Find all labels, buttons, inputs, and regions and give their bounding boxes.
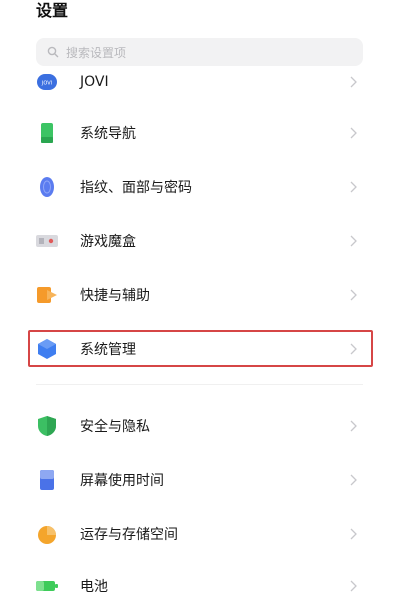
settings-item-shortcut[interactable]: 快捷与辅助	[36, 273, 363, 317]
chevron-right-icon	[347, 289, 359, 301]
settings-item-label: 快捷与辅助	[80, 288, 150, 304]
page-title: 设置	[36, 1, 69, 20]
storage-pie-icon	[36, 523, 58, 545]
screen-time-icon	[36, 469, 58, 491]
highlight-box	[28, 330, 373, 367]
chevron-right-icon	[347, 474, 359, 486]
settings-item-battery[interactable]: 电池	[36, 564, 363, 597]
chevron-right-icon	[347, 76, 359, 88]
fingerprint-icon	[36, 176, 58, 198]
settings-item-fingerprint[interactable]: 指纹、面部与密码	[36, 165, 363, 209]
security-shield-icon	[36, 415, 58, 437]
settings-item-label: 指纹、面部与密码	[80, 180, 192, 196]
chevron-right-icon	[347, 181, 359, 193]
section-divider	[36, 384, 363, 385]
settings-item-storage[interactable]: 运存与存储空间	[36, 512, 363, 556]
settings-item-label: JOVI	[80, 74, 109, 90]
chevron-right-icon	[347, 528, 359, 540]
chevron-right-icon	[347, 235, 359, 247]
settings-item-jovi[interactable]: JOVI JOVI	[36, 60, 363, 104]
jovi-icon: JOVI	[36, 71, 58, 93]
settings-item-navigation[interactable]: 系统导航	[36, 111, 363, 155]
settings-item-label: 屏幕使用时间	[80, 473, 164, 489]
game-box-icon	[36, 230, 58, 252]
chevron-right-icon	[347, 420, 359, 432]
settings-item-label: 游戏魔盒	[80, 234, 136, 250]
settings-item-screen-time[interactable]: 屏幕使用时间	[36, 458, 363, 502]
shortcut-icon	[36, 284, 58, 306]
svg-text:JOVI: JOVI	[41, 81, 52, 87]
settings-item-label: 运存与存储空间	[80, 527, 178, 543]
settings-item-label: 系统导航	[80, 126, 136, 142]
chevron-right-icon	[347, 127, 359, 139]
settings-item-game-box[interactable]: 游戏魔盒	[36, 219, 363, 263]
chevron-right-icon	[347, 580, 359, 592]
settings-item-label: 安全与隐私	[80, 419, 150, 435]
battery-icon	[36, 575, 58, 597]
settings-item-security[interactable]: 安全与隐私	[36, 404, 363, 448]
search-placeholder: 搜索设置项	[66, 45, 127, 60]
phone-navigation-icon	[36, 122, 58, 144]
search-icon	[44, 43, 62, 61]
settings-item-label: 电池	[80, 579, 108, 595]
